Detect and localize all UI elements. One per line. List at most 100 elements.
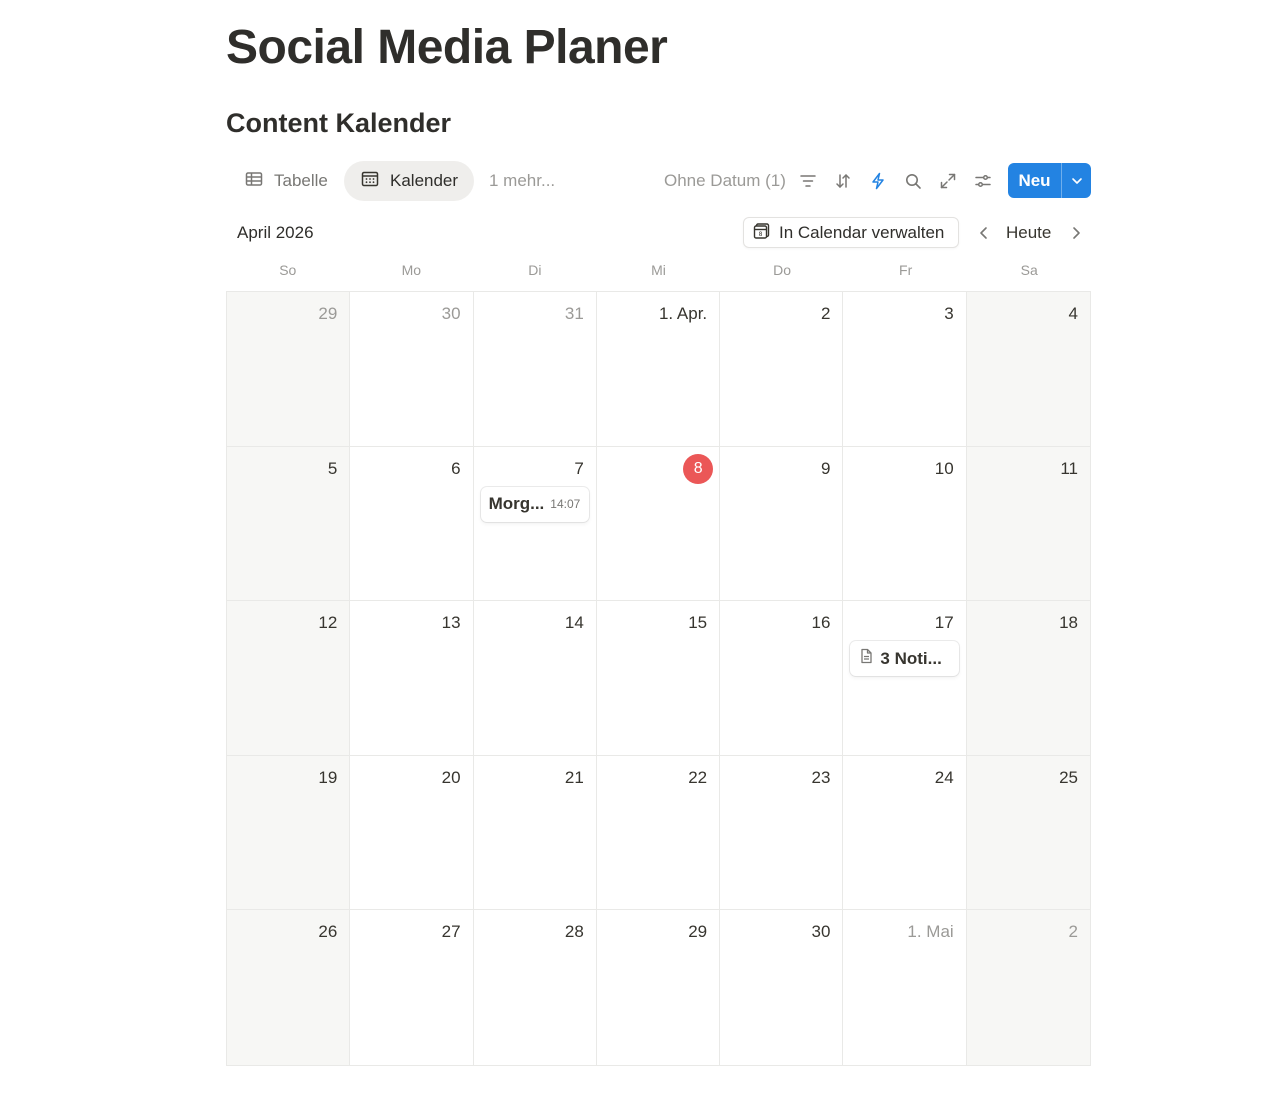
weekday-label: Di: [528, 262, 542, 278]
day-number: 25: [1059, 767, 1078, 787]
calendar-day-cell[interactable]: 31: [473, 292, 597, 447]
day-number: 1. Apr.: [658, 304, 708, 323]
tab-label: Tabelle: [274, 171, 328, 190]
no-date-button[interactable]: Ohne Datum (1): [664, 171, 786, 191]
day-number: 1. Mai: [907, 922, 954, 942]
page-icon: [858, 648, 874, 669]
calendar-day-cell[interactable]: 23: [720, 755, 844, 911]
calendar-icon: [360, 169, 380, 194]
event-title: Morg...: [488, 494, 545, 514]
day-number: 27: [441, 922, 461, 942]
month-label: April 2026: [237, 223, 314, 242]
calendar-day-cell[interactable]: 27: [350, 910, 474, 1065]
calendar-day-cell[interactable]: 10: [843, 446, 967, 602]
calendar-day-cell[interactable]: 30: [350, 292, 474, 447]
today-button[interactable]: Heute: [1006, 223, 1051, 243]
day-number: 29: [688, 922, 708, 942]
weekday-header: So Mo Di Mi Do Fr Sa: [226, 262, 1091, 284]
day-number: 11: [1060, 458, 1078, 478]
tab-label: Kalender: [390, 171, 459, 190]
event-card[interactable]: 3 Noti...: [850, 641, 959, 677]
calendar-day-cell[interactable]: 21: [473, 755, 597, 911]
calendar-day-cell[interactable]: 7 Morg... 14:07: [473, 446, 597, 602]
day-number: 14: [564, 613, 584, 633]
page-title: Social Media Planer: [226, 21, 668, 74]
calendar-day-cell[interactable]: 18: [966, 601, 1090, 756]
weekday-label: So: [279, 262, 297, 278]
calendar-app-icon: 8: [753, 221, 771, 244]
day-number: 13: [441, 613, 461, 633]
database-title[interactable]: Content Kalender: [226, 108, 451, 139]
calendar-day-cell[interactable]: 20: [350, 755, 474, 911]
day-number: 9: [820, 458, 831, 478]
day-number: 16: [811, 613, 831, 633]
weekday-label: Fr: [899, 262, 913, 278]
day-number: 28: [564, 922, 584, 942]
chevron-left-icon[interactable]: [974, 223, 994, 243]
day-number: 30: [441, 304, 461, 323]
calendar-day-cell[interactable]: 12: [227, 601, 351, 756]
day-number: 2: [820, 304, 831, 323]
weekday-label: Mi: [651, 262, 666, 278]
chevron-down-icon[interactable]: [1062, 163, 1091, 198]
calendar-day-cell[interactable]: 30: [720, 910, 844, 1065]
sort-icon[interactable]: [832, 170, 854, 192]
day-number: 18: [1059, 613, 1078, 633]
new-button[interactable]: Neu: [1008, 171, 1061, 191]
calendar-day-cell[interactable]: 19: [227, 755, 351, 911]
calendar-day-cell[interactable]: 1. Mai: [843, 910, 967, 1065]
settings-sliders-icon[interactable]: [972, 170, 994, 192]
calendar-day-cell[interactable]: 29: [596, 910, 721, 1065]
day-number: 4: [1068, 304, 1078, 323]
weekday-label: Do: [773, 262, 792, 278]
calendar-day-cell[interactable]: 26: [227, 910, 351, 1065]
calendar-day-cell[interactable]: 15: [596, 601, 721, 756]
calendar-day-cell[interactable]: 2: [720, 292, 844, 447]
calendar-day-cell[interactable]: 13: [350, 601, 474, 756]
chevron-right-icon[interactable]: [1066, 223, 1086, 243]
day-number: 21: [564, 767, 584, 787]
day-number: 29: [318, 304, 338, 323]
day-number: 3: [944, 304, 954, 323]
tab-kalender[interactable]: Kalender: [344, 161, 475, 201]
calendar-day-cell[interactable]: 2: [966, 910, 1090, 1065]
event-card[interactable]: Morg... 14:07: [480, 486, 589, 522]
filter-icon[interactable]: [797, 170, 819, 192]
calendar-grid: 29 30 31 1. Apr. 2 3 4 5 6 7 Morg... 14:07 8 9 10 11 12 1…: [226, 291, 1091, 1066]
day-number: 22: [688, 767, 708, 787]
calendar-day-cell[interactable]: 3: [843, 292, 967, 447]
day-number: 17: [934, 613, 954, 633]
calendar-day-cell[interactable]: 16: [720, 601, 844, 756]
more-views-button[interactable]: 1 mehr...: [489, 171, 555, 191]
day-number: 20: [441, 767, 461, 787]
manage-in-calendar-button[interactable]: 8 In Calendar verwalten: [743, 217, 959, 248]
calendar-day-cell[interactable]: 8: [596, 446, 721, 602]
day-number: 5: [327, 458, 338, 478]
calendar-day-cell[interactable]: 5: [227, 446, 351, 602]
calendar-day-cell[interactable]: 1. Apr.: [596, 292, 721, 447]
calendar-day-cell[interactable]: 17 3 Noti...: [843, 601, 967, 756]
calendar-day-cell[interactable]: 28: [473, 910, 597, 1065]
day-number: 7: [574, 458, 584, 478]
database-toolbar: Tabelle Kalender 1 mehr... Ohne Datum (1…: [226, 161, 1091, 201]
calendar-day-cell[interactable]: 24: [843, 755, 967, 911]
tab-tabelle[interactable]: Tabelle: [228, 161, 344, 201]
expand-icon[interactable]: [937, 170, 959, 192]
calendar-day-cell[interactable]: 14: [473, 601, 597, 756]
table-icon: [244, 169, 264, 194]
calendar-day-cell[interactable]: 29: [227, 292, 351, 447]
calendar-day-cell[interactable]: 4: [966, 292, 1090, 447]
calendar-day-cell[interactable]: 9: [720, 446, 844, 602]
day-number: 30: [811, 922, 831, 942]
day-number: 26: [318, 922, 338, 942]
calendar-day-cell[interactable]: 11: [966, 446, 1090, 602]
automation-bolt-icon[interactable]: [867, 170, 889, 192]
calendar-day-cell[interactable]: 25: [966, 755, 1090, 911]
day-number: 24: [934, 767, 954, 787]
calendar-day-cell[interactable]: 6: [350, 446, 474, 602]
day-number: 31: [564, 304, 584, 323]
calendar-day-cell[interactable]: 22: [596, 755, 721, 911]
day-number: 10: [934, 458, 954, 478]
search-icon[interactable]: [902, 170, 924, 192]
new-button-group: Neu: [1008, 163, 1091, 198]
